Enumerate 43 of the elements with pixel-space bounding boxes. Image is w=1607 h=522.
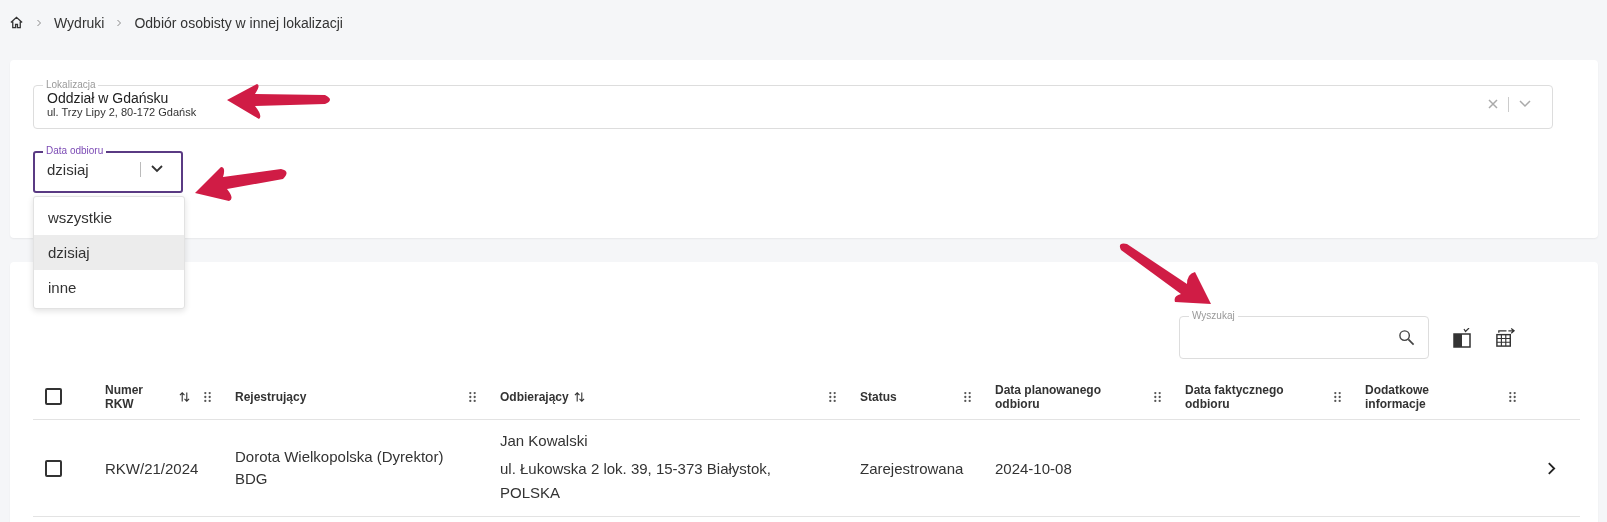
date-select[interactable]: Data odbioru dzisiaj <box>33 145 183 193</box>
columns-icon[interactable] <box>1452 327 1472 348</box>
column-header[interactable]: Status <box>860 389 897 404</box>
table-cell: RKW/21/2024 <box>105 459 199 477</box>
column-header[interactable]: Dodatkowe informacje <box>1365 382 1445 411</box>
breadcrumb-item[interactable]: Odbiór osobisty w innej lokalizacji <box>134 14 343 31</box>
recipient-name: Jan Kowalski <box>500 431 589 449</box>
location-address: ul. Trzy Lipy 2, 80-172 Gdańsk <box>47 106 198 118</box>
export-table-icon[interactable] <box>1495 327 1516 348</box>
column-header[interactable]: Data planowanego odbioru <box>995 382 1115 411</box>
drag-handle-icon[interactable] <box>829 390 836 403</box>
field-label: Data odbioru <box>43 145 107 157</box>
drag-handle-icon[interactable] <box>1334 390 1341 403</box>
search-icon[interactable] <box>1398 329 1415 346</box>
chevron-down-icon[interactable] <box>151 165 163 173</box>
checkbox[interactable] <box>45 459 62 477</box>
dropdown-option[interactable]: inne <box>34 270 184 305</box>
home-icon[interactable] <box>9 15 24 30</box>
column-header[interactable]: Odbierający <box>500 389 585 404</box>
drag-handle-icon[interactable] <box>1509 390 1516 403</box>
dropdown-option[interactable]: dzisiaj <box>34 235 184 270</box>
column-header[interactable]: Rejestrujący <box>235 389 307 404</box>
chevron-right-icon <box>116 18 123 27</box>
breadcrumb-item[interactable]: Wydruki <box>54 14 105 31</box>
column-header[interactable]: Numer RKW <box>105 382 190 411</box>
field-label: Wyszukaj <box>1189 310 1238 322</box>
recipient-address: ul. Łukowska 2 lok. 39, 15-373 Białystok, POLSKA <box>500 458 772 503</box>
location-name: Oddział w Gdańsku <box>47 90 170 106</box>
column-header[interactable]: Data faktycznego odbioru <box>1185 382 1305 411</box>
table-cell-text: Dorota Wielkopolska (Dyrektor) BDG <box>235 447 445 489</box>
sort-icon[interactable] <box>573 390 585 403</box>
table-cell: 2024-10-08 <box>995 459 1072 477</box>
sort-icon[interactable] <box>179 390 190 403</box>
chevron-right-icon[interactable] <box>1547 461 1556 475</box>
checkbox[interactable] <box>45 388 62 405</box>
drag-handle-icon[interactable] <box>204 390 211 403</box>
drag-handle-icon[interactable] <box>1154 390 1161 403</box>
drag-handle-icon[interactable] <box>469 390 476 403</box>
drag-handle-icon[interactable] <box>964 390 971 403</box>
field-label: Lokalizacja <box>43 79 99 91</box>
chevron-right-icon <box>36 18 42 27</box>
dropdown-option[interactable]: wszystkie <box>34 200 184 235</box>
table-cell: Zarejestrowana <box>860 459 964 477</box>
